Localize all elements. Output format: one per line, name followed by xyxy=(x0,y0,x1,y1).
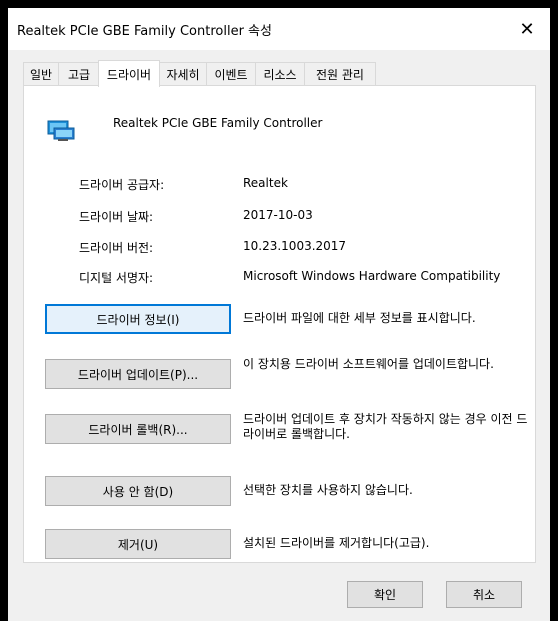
properties-dialog: Realtek PCIe GBE Family Controller 속성 ✕ … xyxy=(8,8,550,621)
tab-advanced[interactable]: 고급 xyxy=(58,62,100,85)
title-bar: Realtek PCIe GBE Family Controller 속성 ✕ xyxy=(8,8,550,50)
network-adapter-icon xyxy=(47,120,75,141)
digital-signer-value: Microsoft Windows Hardware Compatibility xyxy=(243,269,501,283)
rollback-driver-button[interactable]: 드라이버 롤백(R)... xyxy=(45,414,231,444)
disable-device-description: 선택한 장치를 사용하지 않습니다. xyxy=(243,483,413,497)
close-button[interactable]: ✕ xyxy=(504,8,550,50)
driver-details-description: 드라이버 파일에 대한 세부 정보를 표시합니다. xyxy=(243,311,476,325)
uninstall-driver-button[interactable]: 제거(U) xyxy=(45,529,231,559)
disable-device-button[interactable]: 사용 안 함(D) xyxy=(45,476,231,506)
tab-driver[interactable]: 드라이버 xyxy=(98,60,160,87)
driver-date-value: 2017-10-03 xyxy=(243,208,313,222)
window-title: Realtek PCIe GBE Family Controller 속성 xyxy=(17,24,272,39)
driver-date-label: 드라이버 날짜: xyxy=(79,210,154,224)
update-driver-button[interactable]: 드라이버 업데이트(P)... xyxy=(45,359,231,389)
tab-power-management[interactable]: 전원 관리 xyxy=(304,62,376,85)
rollback-driver-description: 드라이버 업데이트 후 장치가 작동하지 않는 경우 이전 드라이버로 롤백합니… xyxy=(243,412,528,441)
uninstall-driver-description: 설치된 드라이버를 제거합니다(고급). xyxy=(243,536,430,550)
driver-version-value: 10.23.1003.2017 xyxy=(243,239,347,253)
ok-button[interactable]: 확인 xyxy=(347,581,423,608)
tab-details[interactable]: 자세히 xyxy=(159,62,207,85)
tab-general[interactable]: 일반 xyxy=(23,62,59,85)
tab-resources[interactable]: 리소스 xyxy=(255,62,305,85)
driver-provider-value: Realtek xyxy=(243,176,288,190)
driver-details-button[interactable]: 드라이버 정보(I) xyxy=(45,304,231,334)
tab-events[interactable]: 이벤트 xyxy=(206,62,256,85)
digital-signer-label: 디지털 서명자: xyxy=(79,271,154,285)
driver-tab-panel: Realtek PCIe GBE Family Controller 드라이버 … xyxy=(23,85,536,563)
driver-version-label: 드라이버 버전: xyxy=(79,241,154,255)
cancel-button[interactable]: 취소 xyxy=(446,581,522,608)
update-driver-description: 이 장치용 드라이버 소프트웨어를 업데이트합니다. xyxy=(243,357,494,371)
device-name: Realtek PCIe GBE Family Controller xyxy=(113,116,323,130)
driver-provider-label: 드라이버 공급자: xyxy=(79,178,165,192)
